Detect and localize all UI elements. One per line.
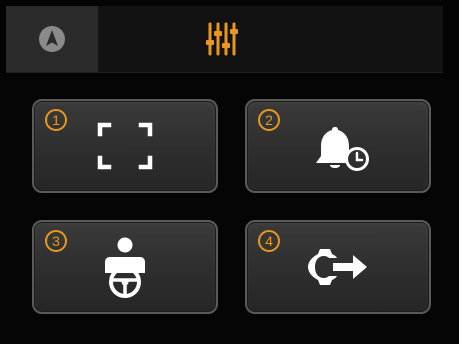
settings-screen: 1 2 3 4 — [0, 0, 459, 344]
tile-number-badge: 2 — [258, 109, 280, 131]
equalizer-sliders-icon — [206, 22, 238, 56]
bell-clock-icon — [316, 127, 369, 171]
frame-corners-icon — [97, 122, 153, 170]
tile-2-button[interactable]: 2 — [245, 99, 431, 193]
top-bar-divider — [6, 72, 443, 73]
tile-3-button[interactable]: 3 — [32, 220, 218, 314]
tile-number-badge: 3 — [45, 230, 67, 252]
tile-number-badge: 4 — [258, 230, 280, 252]
driver-steering-wheel-icon — [105, 237, 145, 298]
navigation-arrow-icon — [39, 26, 65, 52]
tab-settings[interactable] — [98, 6, 443, 72]
tab-navigation[interactable] — [6, 6, 98, 72]
tile-1-button[interactable]: 1 — [32, 99, 218, 193]
tile-number-badge: 1 — [45, 109, 67, 131]
tile-4-button[interactable]: 4 — [245, 220, 431, 314]
top-bar — [0, 0, 459, 77]
connector-arrow-icon — [308, 249, 367, 285]
